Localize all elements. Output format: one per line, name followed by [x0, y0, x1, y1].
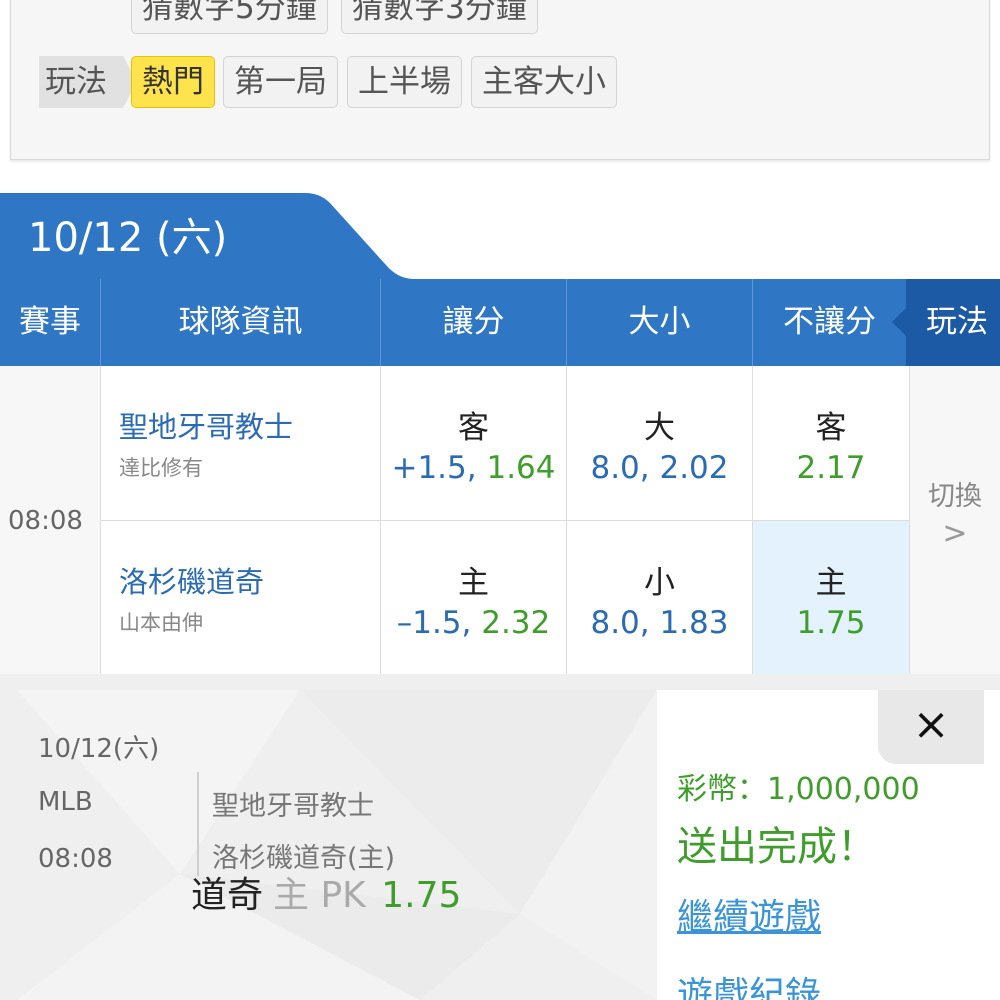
col-header-play-type[interactable]: 玩法 — [892, 279, 1000, 366]
team-cell-home: 洛杉磯道奇 山本由伸 — [101, 521, 381, 676]
table-header: 賽事 球隊資訊 讓分 大小 不讓分 玩法 — [0, 279, 1000, 366]
filter-chip-guess5[interactable]: 猜數字5分鐘 — [131, 0, 328, 34]
odds-value: 1.75 — [796, 605, 866, 641]
bet-away-team: 聖地牙哥教士 — [212, 791, 374, 822]
odds-side-label: 主 — [458, 565, 489, 601]
odds-value: +1.5, 1.64 — [391, 450, 556, 486]
col-header-spread: 讓分 — [381, 279, 567, 366]
odds-total-under[interactable]: 小 8.0, 1.83 — [567, 521, 753, 676]
odds-moneyline-away[interactable]: 客 2.17 — [753, 366, 910, 521]
play-type-tag: 玩法 — [39, 56, 137, 108]
odds-value: 8.0, 2.02 — [590, 450, 729, 486]
play-chip-home-away-total[interactable]: 主客大小 — [471, 56, 617, 108]
date-label: 10/12 (六) — [28, 215, 228, 261]
game-time: 08:08 — [0, 366, 101, 676]
col-header-event: 賽事 — [0, 279, 101, 366]
bet-pick: 道奇主 PK 1.75 — [191, 866, 461, 918]
play-chip-popular[interactable]: 熱門 — [131, 56, 215, 108]
odds-side-label: 小 — [644, 565, 675, 601]
odds-side-label: 大 — [644, 410, 675, 446]
play-chip-first-inning[interactable]: 第一局 — [223, 56, 338, 108]
odds-value: 8.0, 1.83 — [590, 605, 729, 641]
odds-spread-away[interactable]: 客 +1.5, 1.64 — [381, 366, 567, 521]
odds-side-label: 主 — [815, 565, 847, 601]
close-button[interactable]: × — [878, 690, 984, 764]
bet-time: 08:08 — [38, 844, 113, 874]
bet-slip-overlay: 10/12(六) MLB 08:08 聖地牙哥教士 洛杉磯道奇(主) 道奇主 P… — [0, 674, 1000, 1000]
submit-success-message: 送出完成！ — [677, 824, 877, 870]
filter-panel: 猜數字5分鐘 猜數字3分鐘 玩法 熱門 第一局 上半場 主客大小 — [10, 0, 990, 160]
bet-pick-odds: 1.75 — [381, 875, 462, 916]
away-team-name: 聖地牙哥教士 — [119, 410, 294, 444]
home-pitcher: 山本由伸 — [119, 611, 203, 635]
game-row: 08:08 聖地牙哥教士 達比修有 客 +1.5, 1.64 大 8.0, 2.… — [0, 366, 1000, 676]
col-header-team-info: 球隊資訊 — [101, 279, 381, 366]
odds-value: 2.17 — [796, 450, 866, 486]
bet-pick-team: 道奇 — [191, 875, 264, 916]
bet-divider — [197, 772, 199, 876]
away-pitcher: 達比修有 — [119, 456, 203, 480]
team-cell-away: 聖地牙哥教士 達比修有 — [101, 366, 381, 521]
chevron-right-icon: > — [942, 516, 968, 551]
play-chip-first-half[interactable]: 上半場 — [347, 56, 462, 108]
odds-side-label: 客 — [458, 410, 489, 446]
odds-spread-home[interactable]: 主 –1.5, 2.32 — [381, 521, 567, 676]
home-team-name: 洛杉磯道奇 — [119, 565, 265, 599]
bet-date: 10/12(六) — [38, 734, 160, 764]
switch-play-button[interactable]: 切換 > — [910, 366, 1000, 676]
odds-value: –1.5, 2.32 — [396, 605, 551, 641]
date-header: 10/12 (六) — [0, 193, 1000, 279]
filter-chip-guess3[interactable]: 猜數字3分鐘 — [341, 0, 538, 34]
game-history-link[interactable]: 遊戲紀錄 — [677, 966, 821, 1000]
switch-label: 切換 — [928, 481, 982, 512]
bet-pick-side: 主 PK — [273, 875, 366, 916]
odds-total-over[interactable]: 大 8.0, 2.02 — [567, 366, 753, 521]
continue-game-link[interactable]: 繼續遊戲 — [677, 888, 821, 940]
odds-side-label: 客 — [815, 410, 847, 446]
col-header-moneyline: 不讓分 — [783, 304, 876, 340]
coin-balance: 彩幣：1,000,000 — [677, 772, 920, 807]
bet-slip-details: 10/12(六) MLB 08:08 聖地牙哥教士 洛杉磯道奇(主) 道奇主 P… — [17, 690, 657, 1000]
odds-moneyline-home[interactable]: 主 1.75 — [753, 521, 910, 676]
bet-league: MLB — [38, 787, 93, 817]
col-header-total: 大小 — [567, 279, 753, 366]
close-icon: × — [912, 699, 950, 750]
